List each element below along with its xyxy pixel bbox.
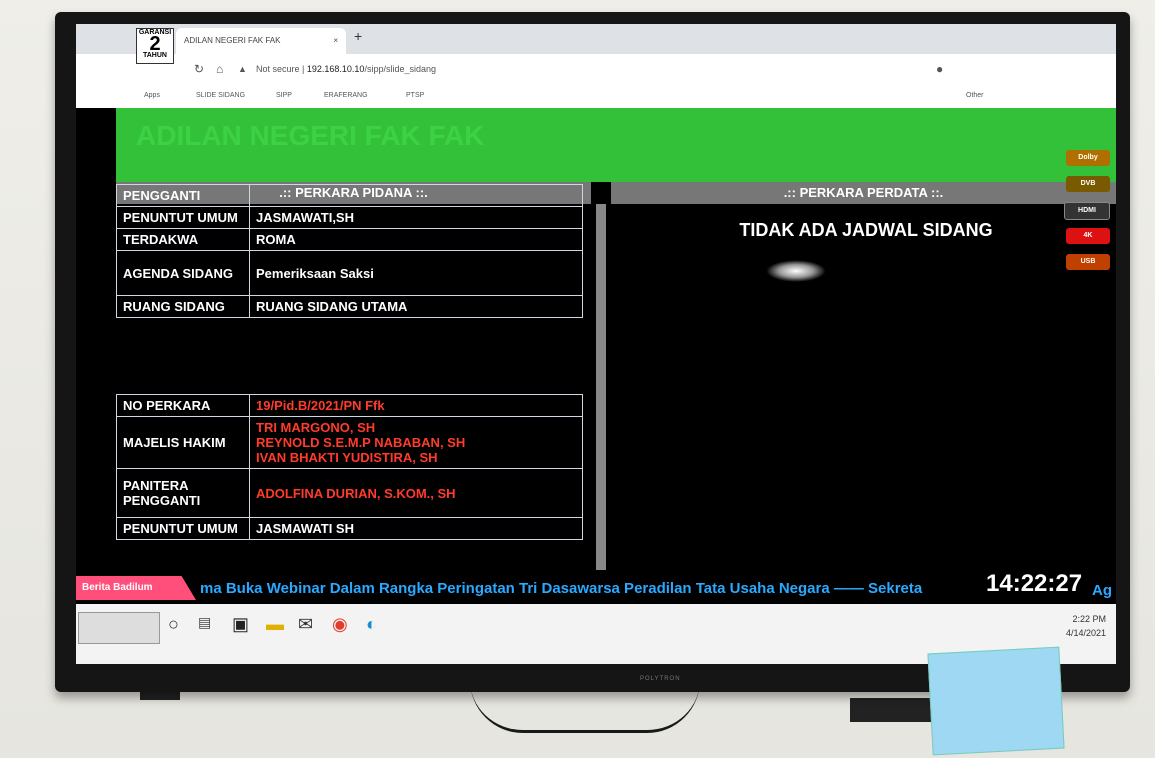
new-tab-button[interactable]: +: [354, 28, 362, 44]
tab-title: ADILAN NEGERI FAK FAK: [184, 36, 281, 45]
field-value: JASMAWATI,SH: [249, 206, 583, 229]
ticker-text: ma Buka Webinar Dalam Rangka Peringatan …: [200, 580, 923, 597]
field-value: ROMA: [249, 228, 583, 251]
browser-tab[interactable]: ADILAN NEGERI FAK FAK ×: [176, 28, 346, 54]
close-tab-icon[interactable]: ×: [333, 28, 338, 54]
table-row: PANITERA PENGGANTI ADOLFINA DURIAN, S.KO…: [116, 468, 583, 518]
judge-name: TRI MARGONO, SH: [256, 420, 376, 435]
bookmarks-bar: Apps SLIDE SIDANG SIPP ERAFERANG PTSP Ot…: [76, 86, 1116, 108]
tv-brand: POLYTRON: [640, 676, 681, 682]
file-explorer-icon[interactable]: ▬: [266, 614, 284, 635]
field-label: NO PERKARA: [116, 394, 250, 417]
news-ticker: Berita Badilum ma Buka Webinar Dalam Ran…: [76, 570, 1116, 604]
task-view-icon[interactable]: ▤: [198, 614, 211, 631]
store-icon[interactable]: ▣: [232, 614, 249, 635]
dolby-sticker: Dolby: [1066, 150, 1110, 166]
bookmark-other[interactable]: Other: [966, 92, 984, 99]
table-row: PENUNTUT UMUM JASMAWATI SH: [116, 517, 583, 540]
judge-name: REYNOLD S.E.M.P NABABAN, SH: [256, 435, 466, 450]
light-glare: [766, 260, 826, 282]
warning-icon: ▲: [238, 64, 247, 74]
mail-icon[interactable]: ✉: [298, 614, 313, 635]
prosecutor-name: JASMAWATI SH: [249, 517, 583, 540]
ticker-label: Berita Badilum: [76, 576, 196, 600]
tv-feature-stickers: Dolby DVB HDMI 4K USB: [1048, 64, 1116, 344]
table-row: PENGGANTI: [116, 184, 583, 207]
perdata-header: .:: PERKARA PERDATA ::.: [611, 182, 1116, 204]
field-value: [249, 184, 583, 207]
field-label: TERDAKWA: [116, 228, 250, 251]
case-table-2: NO PERKARA 19/Pid.B/2021/PN Ffk MAJELIS …: [116, 394, 583, 540]
home-icon[interactable]: ⌂: [216, 62, 223, 76]
window-thumbnail[interactable]: [78, 612, 160, 644]
attached-paper-note: [927, 646, 1065, 756]
field-label: MAJELIS HAKIM: [116, 416, 250, 469]
judge-name: IVAN BHAKTI YUDISTIRA, SH: [256, 450, 438, 465]
browser-address-bar: ↻ ⌂ ▲ Not secure | 192.168.10.10/sipp/sl…: [76, 54, 1116, 87]
field-label: PENUNTUT UMUM: [116, 517, 250, 540]
system-clock[interactable]: 2:22 PM 4/14/2021: [1066, 612, 1106, 640]
field-label: RUANG SIDANG: [116, 295, 250, 318]
case-number: 19/Pid.B/2021/PN Ffk: [249, 394, 583, 417]
table-row: PENUNTUT UMUM JASMAWATI,SH: [116, 206, 583, 229]
field-value: RUANG SIDANG UTAMA: [249, 295, 583, 318]
judges-list: TRI MARGONO, SH REYNOLD S.E.M.P NABABAN,…: [249, 416, 583, 469]
clerk-name: ADOLFINA DURIAN, S.KOM., SH: [249, 468, 583, 518]
browser-tab-bar: GARANSI 2 TAHUN ADILAN NEGERI FAK FAK × …: [76, 24, 1116, 64]
clock: 14:22:27: [986, 570, 1083, 597]
court-banner: ADILAN NEGERI FAK FAK: [116, 108, 1116, 182]
bookmark-eraferang[interactable]: ERAFERANG: [324, 92, 368, 99]
chrome-icon[interactable]: ◉: [332, 614, 348, 635]
bookmark-sipp[interactable]: SIPP: [276, 92, 292, 99]
tv-screen: GARANSI 2 TAHUN ADILAN NEGERI FAK FAK × …: [76, 24, 1116, 664]
field-label: PENUNTUT UMUM: [116, 206, 250, 229]
table-row: RUANG SIDANG RUANG SIDANG UTAMA: [116, 295, 583, 318]
edge-icon[interactable]: ◐: [366, 614, 377, 635]
case-table-1: PENGGANTI PENUNTUT UMUM JASMAWATI,SH TER…: [116, 184, 583, 318]
dvb-sticker: DVB: [1066, 176, 1110, 192]
search-icon[interactable]: ○: [168, 614, 179, 635]
table-row: NO PERKARA 19/Pid.B/2021/PN Ffk: [116, 394, 583, 417]
field-label: PANITERA PENGGANTI: [116, 468, 250, 518]
banner-title: ADILAN NEGERI FAK FAK: [136, 120, 485, 151]
extension-icon[interactable]: ●: [936, 62, 943, 76]
bookmark-ptsp[interactable]: PTSP: [406, 92, 424, 99]
reload-icon[interactable]: ↻: [194, 62, 204, 76]
field-label: PENGGANTI: [116, 184, 250, 207]
field-label: AGENDA SIDANG: [116, 250, 250, 296]
url-field[interactable]: Not secure | 192.168.10.10/sipp/slide_si…: [256, 64, 436, 74]
table-row: MAJELIS HAKIM TRI MARGONO, SH REYNOLD S.…: [116, 416, 583, 469]
table-row: AGENDA SIDANG Pemeriksaan Saksi: [116, 250, 583, 296]
no-schedule-message: TIDAK ADA JADWAL SIDANG: [739, 220, 993, 240]
4k-sticker: 4K: [1066, 228, 1110, 244]
warranty-logo: GARANSI 2 TAHUN: [136, 28, 174, 64]
bookmark-slide-sidang[interactable]: SLIDE SIDANG: [196, 92, 245, 99]
bookmark-apps[interactable]: Apps: [144, 92, 160, 99]
hdmi-sticker: HDMI: [1064, 202, 1110, 220]
field-value: Pemeriksaan Saksi: [249, 250, 583, 296]
ticker-text-tail: Ag: [1092, 582, 1112, 599]
table-row: TERDAKWA ROMA: [116, 228, 583, 251]
usb-sticker: USB: [1066, 254, 1110, 270]
